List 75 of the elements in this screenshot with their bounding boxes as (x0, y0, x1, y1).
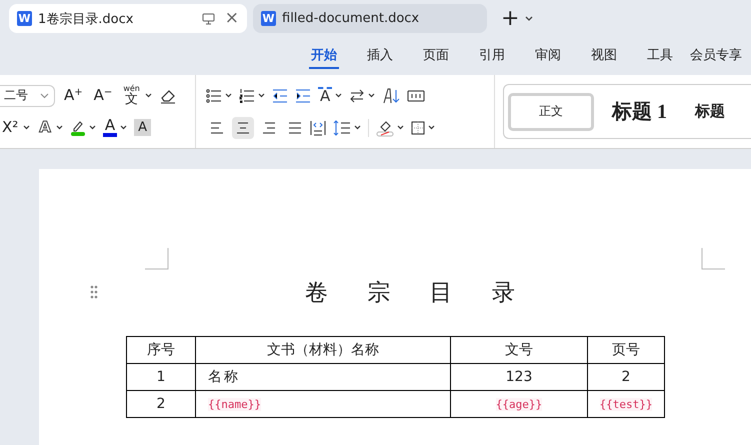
column-header: 页号 (588, 336, 664, 364)
caret-icon[interactable] (225, 93, 232, 98)
column-header: 序号 (126, 336, 196, 364)
ruler-icon[interactable] (407, 90, 426, 102)
document-title: 卷 宗 目 录 (305, 278, 531, 308)
margin-corner-icon (145, 248, 169, 270)
sort-icon[interactable] (382, 88, 400, 104)
swap-arrows-icon[interactable] (349, 88, 366, 102)
font-color-button[interactable]: A (102, 118, 118, 137)
table-cell: 名称 (196, 364, 450, 390)
close-icon[interactable]: × (224, 10, 239, 27)
caret-icon[interactable] (88, 125, 96, 130)
ribbon-tab[interactable]: 开始 (309, 43, 339, 69)
shrink-font-button[interactable]: A$^{−}$ (92, 88, 114, 103)
ribbon-tab[interactable]: 插入 (352, 43, 408, 69)
caret-icon[interactable] (368, 93, 376, 98)
character-shading-button[interactable]: A (134, 119, 152, 136)
style-option[interactable]: 标题 1 (612, 98, 667, 125)
distributed-align-icon[interactable] (310, 120, 326, 136)
text-effect-button[interactable]: A (37, 120, 53, 135)
margin-corner-icon (701, 248, 725, 270)
align-button[interactable] (232, 116, 254, 138)
highlighter-icon[interactable] (70, 118, 86, 136)
new-tab-button[interactable]: + (501, 8, 520, 30)
increase-indent-icon[interactable] (295, 88, 311, 102)
drag-handle-icon[interactable] (90, 285, 98, 299)
align-icon (288, 122, 302, 134)
writer-logo-icon: W (261, 11, 276, 26)
table-cell: {{test}} (588, 390, 664, 418)
caret-icon[interactable] (354, 125, 361, 130)
ribbon-tab[interactable]: 视图 (576, 43, 632, 69)
eraser-icon[interactable] (158, 88, 177, 104)
table-cell: {{name}} (196, 390, 450, 418)
bullet-list-icon[interactable] (206, 88, 222, 102)
caret-icon[interactable] (23, 125, 30, 130)
grow-font-button[interactable]: A$^{+}$ (62, 88, 85, 103)
align-icon (210, 122, 224, 134)
numbered-list-icon[interactable] (239, 88, 255, 102)
caret-icon (40, 92, 49, 98)
document-tab[interactable]: W filled-document.docx (253, 4, 487, 33)
caret-icon[interactable] (56, 125, 63, 130)
align-icon (262, 122, 276, 134)
caret-icon[interactable] (258, 93, 265, 98)
style-option[interactable]: 正文 (508, 92, 594, 130)
table-cell: 2 (588, 364, 664, 390)
column-header: 文号 (450, 336, 588, 364)
chevron-icon[interactable] (525, 16, 534, 22)
ribbon-tab[interactable]: 审阅 (520, 43, 576, 69)
ribbon-tab[interactable]: 页面 (408, 43, 464, 69)
caret-icon[interactable] (120, 125, 128, 130)
ribbon-tab[interactable]: 引用 (464, 43, 520, 69)
borders-icon[interactable] (411, 120, 425, 134)
caret-icon[interactable] (335, 93, 342, 98)
table-cell: 1 (126, 364, 196, 390)
caret-icon[interactable] (428, 125, 435, 130)
phonetic-guide-button[interactable]: wén 文 (121, 85, 142, 106)
monitor-icon[interactable] (202, 12, 215, 24)
column-header: 文书（材料）名称 (196, 336, 450, 364)
align-icon (236, 122, 250, 134)
writer-logo-icon: W (17, 11, 32, 26)
table-cell: 123 (450, 364, 588, 390)
table-cell: {{age}} (450, 390, 588, 418)
document-tab[interactable]: W 1卷宗目录.docx × (9, 4, 247, 33)
text-direction-button[interactable]: A (318, 87, 332, 104)
style-option[interactable]: 标题 (695, 102, 725, 121)
caret-icon[interactable] (397, 125, 404, 130)
font-size-dropdown[interactable]: 二号 (0, 84, 55, 106)
ribbon-tab[interactable]: 工具 (632, 43, 688, 69)
superscript-button[interactable]: X² (0, 120, 20, 135)
ribbon-tab[interactable]: 会员专享 (688, 43, 744, 69)
line-spacing-icon[interactable] (333, 120, 351, 136)
caret-icon[interactable] (144, 93, 152, 98)
decrease-indent-icon[interactable] (272, 88, 288, 102)
paint-bucket-icon[interactable] (376, 118, 394, 136)
table-cell: 2 (126, 390, 196, 418)
